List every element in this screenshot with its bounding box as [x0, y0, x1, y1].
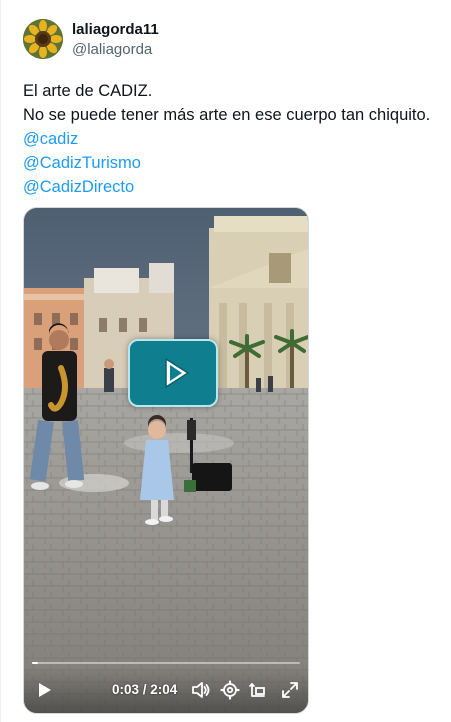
video-time-display: 0:03 / 2:04 — [112, 682, 178, 697]
mention-link-cadiz[interactable]: @cadiz — [23, 127, 443, 151]
picture-in-picture-button[interactable] — [248, 680, 268, 700]
video-frame — [24, 208, 308, 713]
author-display-name[interactable]: laliagorda11 — [72, 21, 159, 39]
settings-icon — [220, 680, 240, 700]
video-progress-bar[interactable] — [32, 662, 300, 664]
video-overlay-play-button[interactable] — [128, 339, 218, 407]
play-icon — [165, 358, 189, 388]
video-controls-bar: 0:03 / 2:04 — [24, 667, 308, 713]
tweet-line: El arte de CADIZ. — [23, 82, 153, 100]
pip-icon — [249, 682, 265, 697]
tweet-text: El arte de CADIZ. No se puede tener más … — [23, 79, 443, 199]
play-button[interactable] — [34, 680, 54, 700]
mention-link-cadizdirecto[interactable]: @CadizDirecto — [23, 175, 443, 199]
video-progress-fill — [32, 662, 39, 664]
tweet-line: No se puede tener más arte en ese cuerpo… — [23, 106, 431, 124]
sunflower-avatar[interactable] — [23, 19, 63, 59]
author-handle[interactable]: @laliagorda — [72, 41, 152, 59]
fullscreen-icon — [282, 682, 298, 698]
fullscreen-button[interactable] — [280, 680, 300, 700]
volume-button[interactable] — [190, 680, 210, 700]
tweet-card: laliagorda11 @laliagorda El arte de CADI… — [0, 0, 451, 722]
video-player[interactable]: 0:03 / 2:04 — [23, 207, 309, 714]
mention-link-cadizturismo[interactable]: @CadizTurismo — [23, 151, 443, 175]
settings-button[interactable] — [220, 680, 240, 700]
play-icon — [39, 683, 51, 697]
volume-icon — [192, 682, 210, 698]
